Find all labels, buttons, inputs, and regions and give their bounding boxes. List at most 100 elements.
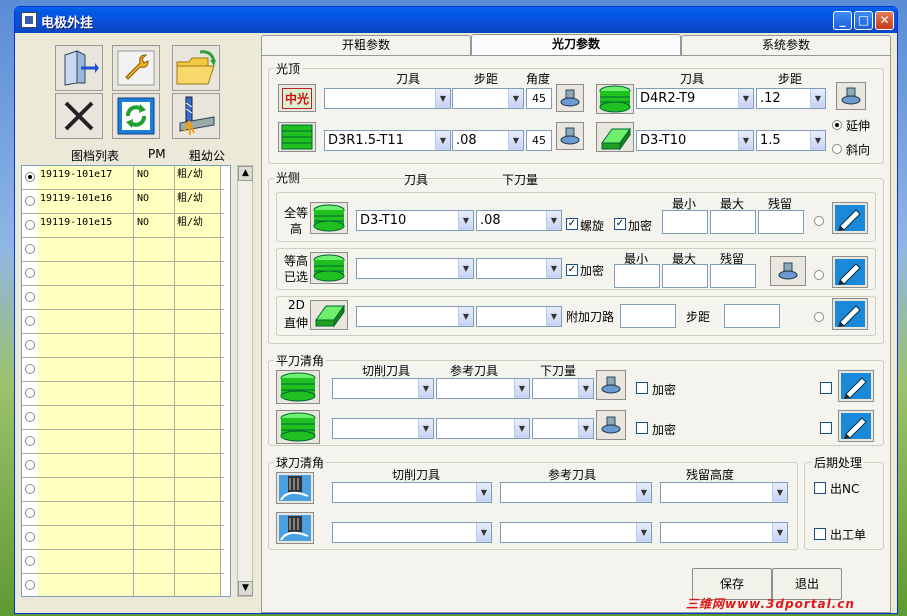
table-row[interactable]: 19119-101e17 NO 粗/幼: [22, 166, 224, 190]
flat-row2-cut-select[interactable]: ▼: [332, 418, 434, 439]
flat-row1-tool-lib-button[interactable]: [596, 370, 626, 400]
flat-row1-dense-checkbox[interactable]: [636, 382, 648, 394]
top-step2-select-2[interactable]: 1.5 ▼: [756, 130, 826, 151]
ball-row1-remain-select[interactable]: ▼: [660, 482, 788, 503]
row-select-radio[interactable]: [25, 460, 35, 470]
table-row[interactable]: [22, 550, 224, 574]
top-tool-lib-button[interactable]: [556, 84, 584, 112]
row-select-radio[interactable]: [25, 268, 35, 278]
row-select-radio[interactable]: [25, 172, 35, 182]
top-step-select-2[interactable]: .08 ▼: [452, 130, 524, 151]
settings-button[interactable]: [112, 45, 160, 91]
table-row[interactable]: [22, 430, 224, 454]
side-row2-remain-input[interactable]: [710, 264, 756, 288]
table-row[interactable]: 19119-101e16 NO 粗/幼: [22, 190, 224, 214]
row-select-radio[interactable]: [25, 244, 35, 254]
flat-row1-ref-select[interactable]: ▼: [436, 378, 530, 399]
file-list[interactable]: 19119-101e17 NO 粗/幼 19119-101e16 NO 粗/幼 19119-…: [21, 165, 231, 597]
top-step2-select[interactable]: .12 ▼: [756, 88, 826, 109]
row-select-radio[interactable]: [25, 412, 35, 422]
flat-row2-cylinder-button[interactable]: [276, 410, 320, 444]
ball-row2-remain-select[interactable]: ▼: [660, 522, 788, 543]
extra-path-input[interactable]: [620, 304, 676, 328]
slope-radio[interactable]: [832, 144, 842, 154]
close-button[interactable]: ✕: [875, 11, 894, 30]
ball-row2-cut-select[interactable]: ▼: [332, 522, 492, 543]
minimize-button[interactable]: _: [833, 11, 852, 30]
table-row[interactable]: [22, 238, 224, 262]
row-select-radio[interactable]: [25, 532, 35, 542]
refresh-button[interactable]: [112, 93, 160, 139]
ball-row2-ref-select[interactable]: ▼: [500, 522, 652, 543]
side-row3-slab-button[interactable]: [310, 300, 348, 330]
ball-row1-ref-select[interactable]: ▼: [500, 482, 652, 503]
table-row[interactable]: [22, 310, 224, 334]
row-select-radio[interactable]: [25, 484, 35, 494]
ball-row1-button[interactable]: [276, 472, 314, 504]
table-row[interactable]: [22, 358, 224, 382]
side-row3-depth-select[interactable]: ▼: [476, 306, 562, 327]
flat-row1-cut-select[interactable]: ▼: [332, 378, 434, 399]
import-button[interactable]: [55, 45, 103, 91]
row-select-radio[interactable]: [25, 340, 35, 350]
table-row[interactable]: [22, 526, 224, 550]
extend-radio[interactable]: [832, 120, 842, 130]
side-row2-dense-checkbox[interactable]: ✓: [566, 264, 578, 276]
row-select-radio[interactable]: [25, 292, 35, 302]
flat-row2-pen-button[interactable]: [838, 410, 874, 442]
scroll-up-button[interactable]: ▲: [238, 166, 253, 181]
layers-button[interactable]: [278, 122, 316, 152]
top-tool2-select-2[interactable]: D3-T10 ▼: [636, 130, 754, 151]
top-tool2-select[interactable]: D4R2-T9 ▼: [636, 88, 754, 109]
spiral-checkbox[interactable]: ✓: [566, 218, 578, 230]
table-row[interactable]: [22, 262, 224, 286]
row-select-radio[interactable]: [25, 220, 35, 230]
side-row2-min-input[interactable]: [614, 264, 660, 288]
row-select-radio[interactable]: [25, 436, 35, 446]
side-row2-pen-button[interactable]: [832, 256, 868, 288]
row-select-radio[interactable]: [25, 364, 35, 374]
flat-row2-tool-lib-button[interactable]: [596, 410, 626, 440]
table-row[interactable]: [22, 454, 224, 478]
maximize-button[interactable]: □: [854, 11, 873, 30]
row-select-radio[interactable]: [25, 316, 35, 326]
side-row3-step-input[interactable]: [724, 304, 780, 328]
file-list-scrollbar[interactable]: ▲ ▼: [237, 165, 253, 597]
table-row[interactable]: [22, 478, 224, 502]
side-row2-tool-lib-button[interactable]: [770, 256, 806, 286]
flat-row1-depth-select[interactable]: ▼: [532, 378, 594, 399]
top-tool-lib2-button[interactable]: [836, 82, 866, 110]
top-angle-input-2[interactable]: 45: [526, 130, 552, 151]
side-row3-tool-select[interactable]: ▼: [356, 306, 474, 327]
open-folder-button[interactable]: [172, 45, 220, 91]
side-row1-min-input[interactable]: [662, 210, 708, 234]
top-tool-select[interactable]: ▼: [324, 88, 451, 109]
row-select-radio[interactable]: [25, 556, 35, 566]
delete-button[interactable]: [55, 93, 103, 139]
top-slab-button[interactable]: [596, 122, 634, 152]
mid-finish-button[interactable]: 中光: [278, 84, 316, 112]
tab-system[interactable]: 系统参数: [681, 35, 891, 55]
side-row3-radio[interactable]: [814, 312, 824, 322]
flat-row1-output-checkbox[interactable]: [820, 382, 832, 394]
tab-finish[interactable]: 光刀参数: [471, 34, 681, 56]
flat-row2-output-checkbox[interactable]: [820, 422, 832, 434]
side-row3-pen-button[interactable]: [832, 298, 868, 330]
table-row[interactable]: [22, 334, 224, 358]
scroll-down-button[interactable]: ▼: [238, 581, 253, 596]
ball-row2-button[interactable]: [276, 512, 314, 544]
side-row1-tool-select[interactable]: D3-T10 ▼: [356, 210, 474, 231]
side-row2-max-input[interactable]: [662, 264, 708, 288]
flat-row2-ref-select[interactable]: ▼: [436, 418, 530, 439]
side-row1-cylinder-button[interactable]: [310, 202, 348, 234]
output-nc-checkbox[interactable]: [814, 482, 826, 494]
table-row[interactable]: [22, 382, 224, 406]
row-select-radio[interactable]: [25, 388, 35, 398]
output-sheet-checkbox[interactable]: [814, 528, 826, 540]
top-step-select[interactable]: ▼: [452, 88, 524, 109]
side-row1-depth-select[interactable]: .08 ▼: [476, 210, 562, 231]
top-cylinder-button[interactable]: [596, 84, 634, 114]
ball-row1-cut-select[interactable]: ▼: [332, 482, 492, 503]
table-row[interactable]: [22, 286, 224, 310]
top-tool-select-2[interactable]: D3R1.5-T11 ▼: [324, 130, 451, 151]
